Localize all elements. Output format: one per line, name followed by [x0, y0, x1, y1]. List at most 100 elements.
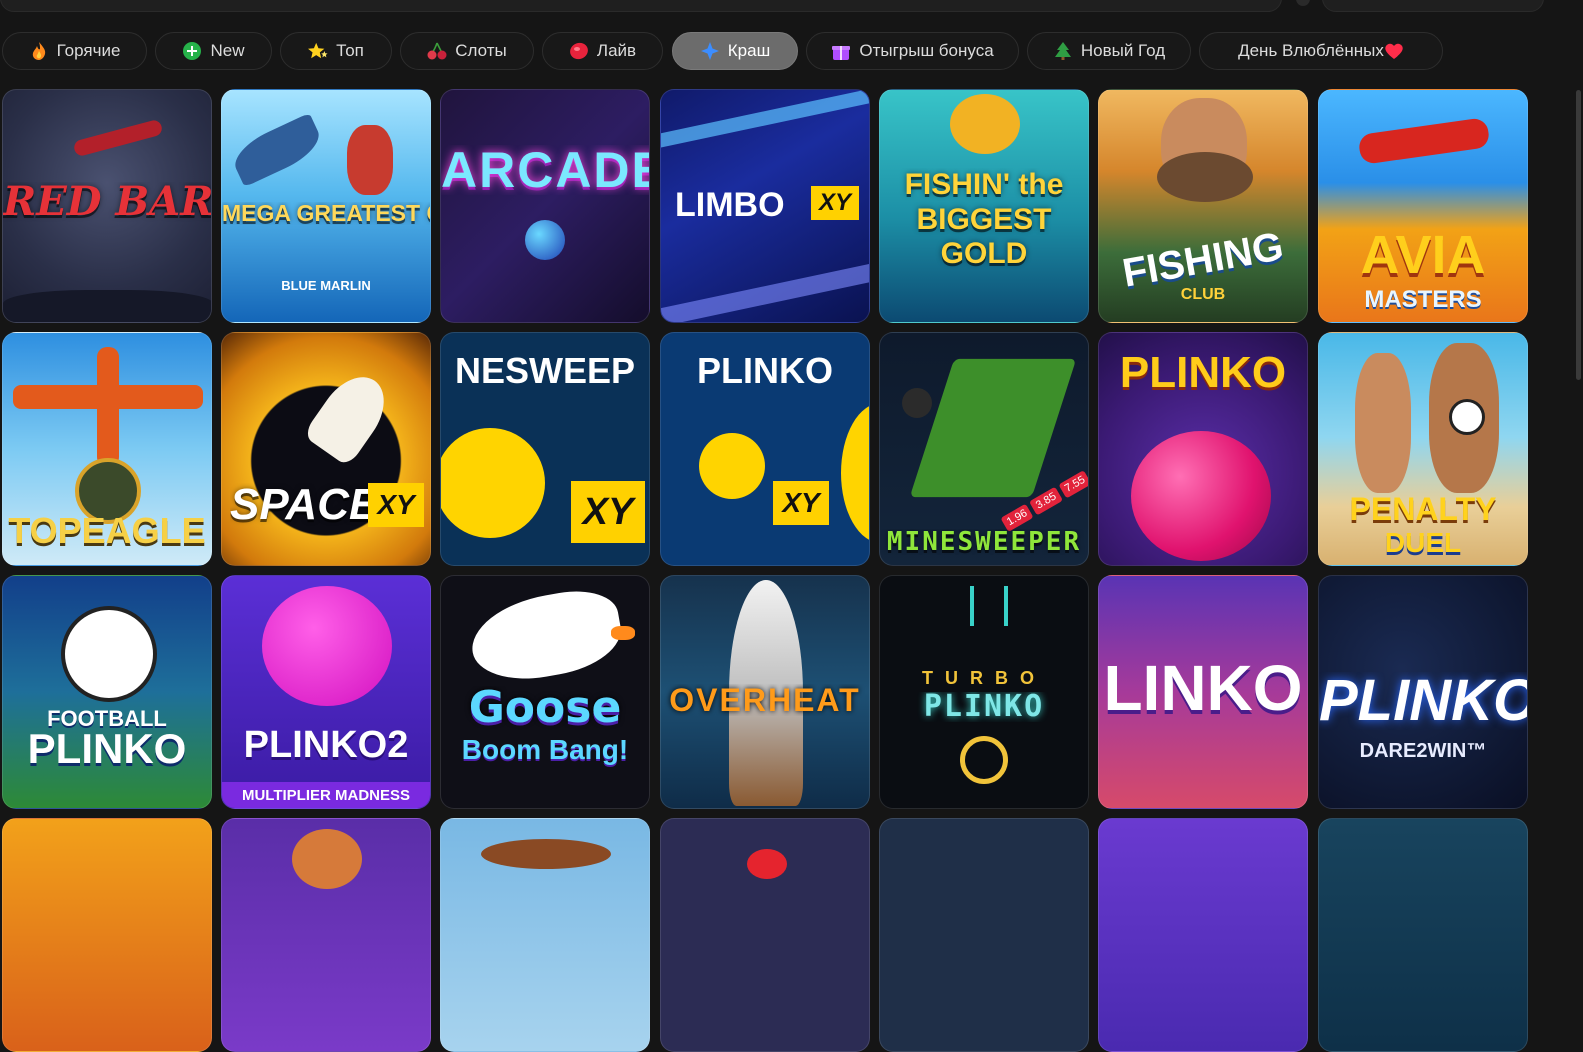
game-tile-penalty-duel[interactable]: PENALTY DUEL — [1318, 332, 1528, 566]
game-tile-top-eagle[interactable]: TOPEAGLE — [2, 332, 212, 566]
game-title: RED BARON — [3, 182, 211, 222]
game-subtitle: DUEL — [1384, 527, 1462, 558]
game-tile[interactable] — [440, 818, 650, 1052]
clouds-icon — [3, 290, 211, 322]
game-tile-fishing-club[interactable]: FISHING CLUB — [1098, 89, 1308, 323]
xy-badge: XY — [368, 483, 424, 527]
goldfish-icon — [950, 94, 1020, 154]
game-tile[interactable] — [879, 818, 1089, 1052]
ball-icon — [841, 403, 869, 543]
tab-label: День Влюблённых — [1238, 41, 1384, 60]
plane-icon — [1357, 117, 1491, 165]
game-title: LINKO — [1103, 656, 1303, 720]
bomb-icon — [441, 428, 545, 538]
game-tile-minesweeper[interactable]: 1.96 3.85 7.55 MINESWEEPER — [879, 332, 1089, 566]
game-title: TOPEAGLE — [8, 513, 206, 549]
tab-label: Новый Год — [1080, 41, 1166, 60]
multiplier-chip: 7.55 — [1058, 470, 1088, 499]
game-title: PLINKO — [1119, 351, 1287, 395]
tab-live[interactable]: Лайв — [542, 32, 663, 70]
tab-label: Горячие — [56, 41, 121, 60]
tab-top[interactable]: Топ — [280, 32, 392, 70]
bomb-icon — [525, 220, 565, 260]
game-tile-red-baron[interactable]: RED BARON — [2, 89, 212, 323]
game-title: PLINKO — [923, 692, 1045, 722]
player-icon — [1355, 353, 1411, 493]
rocket-icon — [302, 364, 398, 468]
chevron-decoration — [970, 586, 1008, 626]
tab-label: Топ — [336, 41, 364, 60]
game-subtitle: MULTIPLIER MADNESS — [222, 782, 430, 808]
rooster-icon — [747, 849, 787, 879]
tab-valentines[interactable]: День Влюблённых — [1199, 32, 1443, 70]
game-title: MINESWEEPER — [886, 529, 1082, 555]
game-title: PLINKO — [696, 353, 833, 389]
game-tile-plinko-xy[interactable]: PLINKO XY — [660, 332, 870, 566]
game-tile-plinko-pink[interactable]: PLINKO — [1098, 332, 1308, 566]
xy-badge: XY — [811, 186, 859, 220]
chip-icon — [569, 41, 589, 61]
game-tile-goose-boom-bang[interactable]: Goose Boom Bang! — [440, 575, 650, 809]
game-title: PLINKO2 — [243, 726, 409, 764]
game-tile[interactable] — [1098, 818, 1308, 1052]
tab-label: Краш — [727, 41, 771, 60]
tab-hot[interactable]: Горячие — [2, 32, 147, 70]
game-tile-arcade-bomb[interactable]: ARCADE BOMB — [440, 89, 650, 323]
tab-label: New — [210, 41, 245, 60]
character-icon — [292, 829, 362, 889]
multiplier-chip: 3.85 — [1029, 486, 1063, 516]
tab-bonus-wager[interactable]: Отыгрыш бонуса — [806, 32, 1019, 70]
tab-slots[interactable]: Слоты — [400, 32, 534, 70]
tab-crash[interactable]: Краш — [672, 32, 798, 70]
stripe-decoration — [661, 90, 869, 151]
game-tile-limbo-xy[interactable]: LIMBO XY — [660, 89, 870, 323]
stripe-decoration — [661, 258, 869, 322]
game-tile-linko[interactable]: LINKO — [1098, 575, 1308, 809]
game-tile[interactable] — [1318, 818, 1528, 1052]
tab-new-year[interactable]: Новый Год — [1027, 32, 1191, 70]
search-input[interactable] — [0, 0, 1282, 12]
game-title: OVERHEAT — [669, 684, 861, 716]
game-tile[interactable] — [221, 818, 431, 1052]
xy-badge: XY — [571, 481, 645, 543]
game-tile[interactable] — [2, 818, 212, 1052]
game-subtitle: Boom Bang! — [461, 734, 629, 765]
ball-icon — [262, 586, 392, 706]
game-tile[interactable] — [660, 818, 870, 1052]
multiplier-chip: 1.96 — [1000, 503, 1034, 532]
tree-icon — [1053, 41, 1073, 61]
game-tile-mega-greatest-catch[interactable]: MEGA GREATEST CATCH BLUE MARLIN — [221, 89, 431, 323]
goose-icon — [465, 583, 627, 689]
sparkle-icon — [700, 41, 720, 61]
game-title: PLINKO — [1319, 672, 1527, 730]
game-tile-minesweeper-xy[interactable]: NESWEEP XY — [440, 332, 650, 566]
heart-icon — [1384, 41, 1404, 61]
game-subtitle: CLUB — [1180, 286, 1226, 303]
cowboy-hat-icon — [481, 839, 611, 869]
ball-icon — [1131, 431, 1271, 561]
ring-icon — [960, 736, 1008, 784]
game-subtitle: BLUE MARLIN — [281, 278, 371, 293]
game-tile-space-xy[interactable]: SPACE XY — [221, 332, 431, 566]
game-tile-plinko2[interactable]: PLINKO2 MULTIPLIER MADNESS — [221, 575, 431, 809]
beard-icon — [1157, 152, 1253, 202]
stars-icon — [308, 41, 328, 61]
game-tile-avia-masters[interactable]: AVIA MASTERS — [1318, 89, 1528, 323]
top-bar — [0, 0, 1583, 12]
notification-dot[interactable] — [1296, 0, 1310, 6]
plus-circle-icon — [182, 41, 202, 61]
account-button[interactable] — [1322, 0, 1544, 12]
marlin-icon — [227, 112, 327, 188]
game-tile-fishin-biggest-gold[interactable]: FISHIN' the BIGGEST GOLD — [879, 89, 1089, 323]
grass-board-icon — [909, 358, 1077, 498]
game-tile-football-plinko[interactable]: FOOTBALL PLINKO — [2, 575, 212, 809]
tab-new[interactable]: New — [155, 32, 272, 70]
game-tile-turbo-plinko[interactable]: TURBO PLINKO — [879, 575, 1089, 809]
game-title: Goose — [468, 686, 622, 730]
game-tile-overheat[interactable]: OVERHEAT — [660, 575, 870, 809]
scrollbar[interactable] — [1576, 90, 1581, 380]
category-tabs: Горячие New Топ Слоты Лайв Краш Отыгрыш … — [0, 32, 1583, 74]
game-tile-plinko-dare2win[interactable]: PLINKO DARE2WIN™ — [1318, 575, 1528, 809]
fisherman-icon — [347, 125, 393, 195]
game-title: MEGA GREATEST CATCH — [222, 202, 430, 225]
